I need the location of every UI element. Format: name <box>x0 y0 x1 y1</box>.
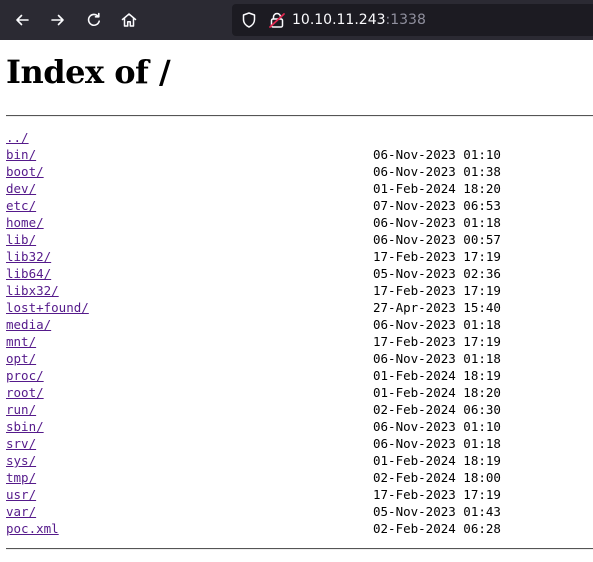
entry-link[interactable]: ../ <box>6 130 29 145</box>
listing-row: libx32/17-Feb-2023 17:19 <box>6 282 593 299</box>
forward-arrow-icon <box>51 14 64 26</box>
entry-link[interactable]: boot/ <box>6 164 44 179</box>
entry-modified-date: 17-Feb-2023 17:19 <box>373 249 501 264</box>
insecure-lock-icon[interactable] <box>268 11 286 29</box>
entry-link[interactable]: bin/ <box>6 147 36 162</box>
entry-link[interactable]: libx32/ <box>6 283 59 298</box>
entry-link[interactable]: home/ <box>6 215 44 230</box>
entry-link[interactable]: opt/ <box>6 351 36 366</box>
entry-link[interactable]: sys/ <box>6 453 36 468</box>
entry-link[interactable]: usr/ <box>6 487 36 502</box>
entry-modified-date: 06-Nov-2023 01:18 <box>373 436 501 451</box>
listing-row: sbin/06-Nov-2023 01:10 <box>6 418 593 435</box>
reload-button[interactable] <box>80 6 108 34</box>
entry-link[interactable]: dev/ <box>6 181 36 196</box>
entry-modified-date: 06-Nov-2023 01:18 <box>373 351 501 366</box>
listing-row: mnt/17-Feb-2023 17:19 <box>6 333 593 350</box>
entry-modified-date: 06-Nov-2023 01:18 <box>373 215 501 230</box>
listing-row: ../ <box>6 129 593 146</box>
entry-modified-date: 06-Nov-2023 01:10 <box>373 147 501 162</box>
listing-row: root/01-Feb-2024 18:20 <box>6 384 593 401</box>
entry-modified-date: 02-Feb-2024 06:30 <box>373 402 501 417</box>
listing-row: run/02-Feb-2024 06:30 <box>6 401 593 418</box>
bottom-divider <box>6 548 593 550</box>
listing-row: home/06-Nov-2023 01:18 <box>6 214 593 231</box>
listing-row: usr/17-Feb-2023 17:19 <box>6 486 593 503</box>
entry-link[interactable]: proc/ <box>6 368 44 383</box>
browser-toolbar: 10.10.11.243:1338 <box>0 0 593 40</box>
forward-button[interactable] <box>44 6 72 34</box>
listing-row: sys/01-Feb-2024 18:19 <box>6 452 593 469</box>
entry-modified-date: 01-Feb-2024 18:19 <box>373 368 501 383</box>
entry-modified-date: 06-Nov-2023 00:57 <box>373 232 501 247</box>
entry-link[interactable]: lib/ <box>6 232 36 247</box>
url-text[interactable]: 10.10.11.243:1338 <box>292 11 426 29</box>
reload-icon <box>87 12 100 26</box>
directory-listing: ../bin/06-Nov-2023 01:10 boot/06-Nov-2023… <box>6 129 593 537</box>
listing-row: tmp/02-Feb-2024 18:00 <box>6 469 593 486</box>
entry-link[interactable]: mnt/ <box>6 334 36 349</box>
entry-link[interactable]: lib32/ <box>6 249 51 264</box>
entry-modified-date: 02-Feb-2024 06:28 <box>373 521 501 536</box>
listing-row: lib/06-Nov-2023 00:57 <box>6 231 593 248</box>
listing-row: proc/01-Feb-2024 18:19 <box>6 367 593 384</box>
listing-row: lib64/05-Nov-2023 02:36 <box>6 265 593 282</box>
page-title: Index of / <box>6 53 171 91</box>
entry-link[interactable]: srv/ <box>6 436 36 451</box>
entry-link[interactable]: etc/ <box>6 198 36 213</box>
listing-row: etc/07-Nov-2023 06:53 <box>6 197 593 214</box>
address-bar[interactable]: 10.10.11.243:1338 <box>232 4 593 36</box>
entry-modified-date: 06-Nov-2023 01:18 <box>373 317 501 332</box>
listing-row: var/05-Nov-2023 01:43 <box>6 503 593 520</box>
entry-link[interactable]: lib64/ <box>6 266 51 281</box>
entry-modified-date: 17-Feb-2023 17:19 <box>373 487 501 502</box>
top-divider <box>6 115 593 117</box>
entry-link[interactable]: lost+found/ <box>6 300 89 315</box>
listing-row: dev/01-Feb-2024 18:20 <box>6 180 593 197</box>
listing-row: bin/06-Nov-2023 01:10 <box>6 146 593 163</box>
entry-modified-date: 05-Nov-2023 02:36 <box>373 266 501 281</box>
entry-link[interactable]: poc.xml <box>6 521 59 536</box>
entry-modified-date: 07-Nov-2023 06:53 <box>373 198 501 213</box>
listing-row: lost+found/27-Apr-2023 15:40 <box>6 299 593 316</box>
listing-row: boot/06-Nov-2023 01:38 <box>6 163 593 180</box>
entry-modified-date: 02-Feb-2024 18:00 <box>373 470 501 485</box>
entry-modified-date: 06-Nov-2023 01:10 <box>373 419 501 434</box>
entry-link[interactable]: run/ <box>6 402 36 417</box>
listing-row: srv/06-Nov-2023 01:18 <box>6 435 593 452</box>
listing-row: media/06-Nov-2023 01:18 <box>6 316 593 333</box>
url-port: :1338 <box>385 12 426 28</box>
entry-link[interactable]: var/ <box>6 504 36 519</box>
back-button[interactable] <box>8 6 36 34</box>
listing-row: opt/06-Nov-2023 01:18 <box>6 350 593 367</box>
entry-link[interactable]: media/ <box>6 317 51 332</box>
entry-modified-date: 01-Feb-2024 18:20 <box>373 385 501 400</box>
entry-modified-date: 17-Feb-2023 17:19 <box>373 334 501 349</box>
home-icon <box>121 13 137 27</box>
home-button[interactable] <box>115 6 143 34</box>
listing-row: lib32/17-Feb-2023 17:19 <box>6 248 593 265</box>
entry-link[interactable]: sbin/ <box>6 419 44 434</box>
entry-modified-date: 06-Nov-2023 01:38 <box>373 164 501 179</box>
entry-link[interactable]: root/ <box>6 385 44 400</box>
shield-icon[interactable] <box>240 11 258 29</box>
entry-modified-date: 05-Nov-2023 01:43 <box>373 504 501 519</box>
entry-modified-date: 01-Feb-2024 18:20 <box>373 181 501 196</box>
entry-modified-date: 17-Feb-2023 17:19 <box>373 283 501 298</box>
back-arrow-icon <box>16 14 29 26</box>
entry-modified-date: 27-Apr-2023 15:40 <box>373 300 501 315</box>
entry-modified-date: 01-Feb-2024 18:19 <box>373 453 501 468</box>
listing-row: poc.xml 02-Feb-2024 06:28 <box>6 520 593 537</box>
entry-link[interactable]: tmp/ <box>6 470 36 485</box>
url-host: 10.10.11.243 <box>292 12 386 28</box>
